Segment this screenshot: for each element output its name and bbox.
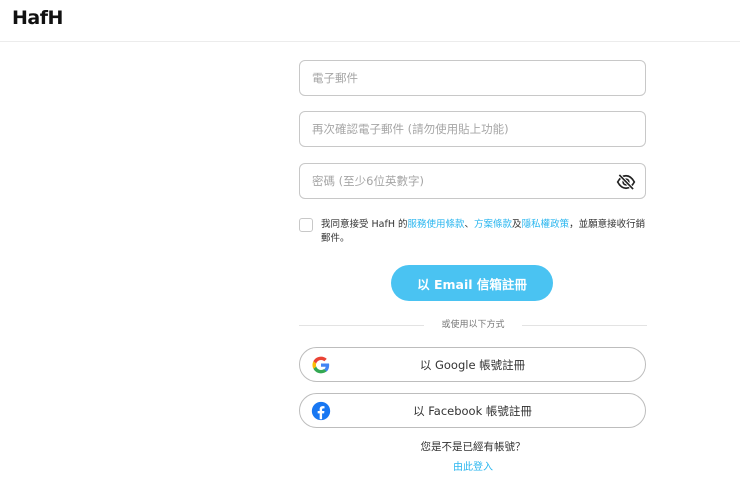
privacy-policy-link[interactable]: 隱私權政策 [522, 219, 570, 230]
hafh-logo[interactable]: HafH [12, 7, 63, 29]
email-field-wrapper [299, 60, 646, 96]
email-signup-button[interactable]: 以 Email 信箱註冊 [391, 265, 553, 301]
eye-slash-icon[interactable] [616, 172, 636, 192]
consent-prefix: 我同意接受 HafH 的 [321, 219, 408, 230]
plan-terms-link[interactable]: 方案條款 [474, 219, 512, 230]
consent-checkbox[interactable] [299, 218, 313, 232]
existing-account-question: 您是不是已經有帳號？ [420, 441, 526, 453]
consent-sep2: 及 [512, 219, 522, 230]
facebook-signup-button[interactable]: 以 Facebook 帳號註冊 [299, 393, 646, 428]
email-confirm-field-wrapper [299, 111, 646, 147]
email-confirm-field[interactable] [300, 112, 645, 146]
consent-sep1: 、 [464, 219, 475, 230]
google-signup-button[interactable]: 以 Google 帳號註冊 [299, 347, 646, 382]
consent-text: 我同意接受 HafH 的服務使用條款、方案條款及隱私權政策，並願意接收行銷郵件。 [321, 218, 649, 246]
password-field[interactable] [300, 164, 645, 198]
google-signup-label: 以 Google 帳號註冊 [419, 357, 526, 372]
password-field-wrapper [299, 163, 646, 199]
top-header: HafH [0, 0, 740, 42]
or-divider: 或使用以下方式 [299, 318, 647, 332]
login-link[interactable]: 由此登入 [299, 458, 647, 473]
email-field[interactable] [300, 61, 645, 95]
facebook-signup-label: 以 Facebook 帳號註冊 [413, 403, 532, 418]
terms-link[interactable]: 服務使用條款 [408, 219, 465, 230]
divider-line-right [522, 325, 647, 326]
